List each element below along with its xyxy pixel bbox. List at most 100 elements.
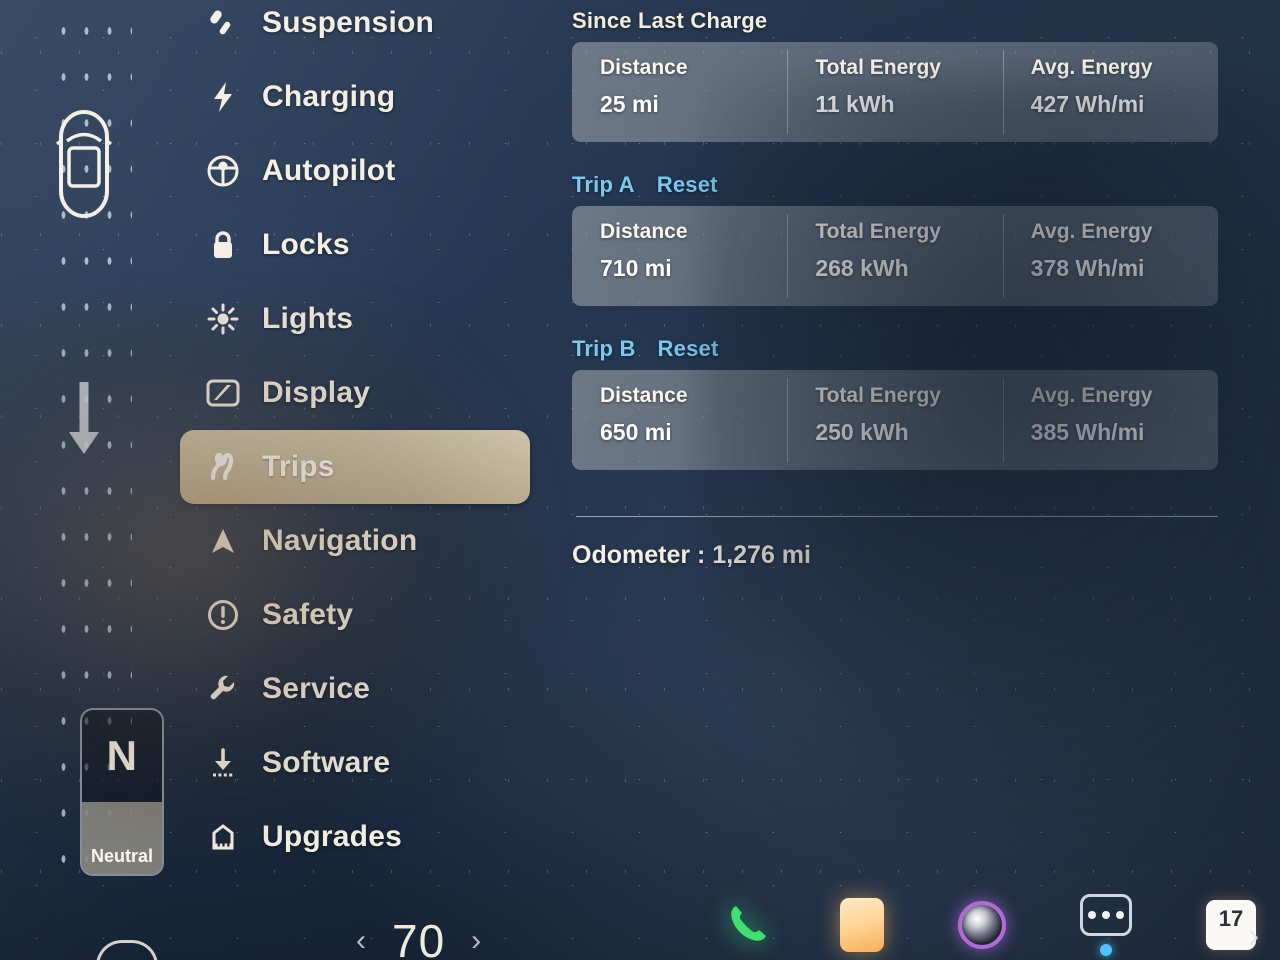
gear-label: Neutral: [82, 802, 162, 874]
stat-value: 268 kWh: [815, 255, 909, 281]
stat-avg-energy: Avg. Energy 378 Wh/mi: [1002, 206, 1218, 306]
lightning-bolt-icon: [202, 81, 244, 113]
stat-value: 250 kWh: [815, 419, 909, 445]
camera-lens-icon[interactable]: [958, 901, 1006, 949]
trip-section-since-last-charge: Since Last Charge Distance 25 mi Total E…: [572, 8, 1218, 142]
stat-label: Total Energy: [815, 220, 941, 243]
sidebar-item-safety[interactable]: Safety: [180, 578, 530, 652]
stat-card: Distance 25 mi Total Energy 11 kWh Avg. …: [572, 42, 1218, 142]
more-apps-box: [1080, 894, 1132, 936]
tesla-touchscreen: N Neutral Suspension Charging Autopilot …: [0, 0, 1280, 960]
sidebar-item-label: Suspension: [262, 6, 435, 39]
sidebar-item-label: Lights: [262, 302, 354, 335]
sidebar-item-lights[interactable]: Lights: [180, 282, 530, 356]
more-apps-icon[interactable]: [1080, 894, 1132, 956]
trips-panel: Since Last Charge Distance 25 mi Total E…: [572, 0, 1218, 570]
steering-wheel-icon: [202, 154, 244, 188]
temp-increase-button[interactable]: ›: [471, 924, 481, 958]
reset-button-trip-a[interactable]: Reset: [657, 172, 718, 197]
seat-heater-icon[interactable]: [96, 940, 158, 960]
sidebar-item-autopilot[interactable]: Autopilot: [180, 134, 530, 208]
stat-label: Total Energy: [815, 56, 941, 79]
trip-section-a: Trip A Reset Distance 710 mi Total Energy…: [572, 172, 1218, 306]
sun-brightness-icon: [202, 303, 244, 335]
suspension-icon: [202, 8, 244, 38]
content-divider: [576, 516, 1218, 517]
more-dot-3: [1116, 911, 1124, 919]
stat-total-energy: Total Energy 11 kWh: [787, 42, 1002, 142]
stat-total-energy: Total Energy 250 kWh: [787, 370, 1002, 470]
stat-value: 11 kWh: [815, 91, 895, 117]
display-screen-icon: [202, 379, 244, 407]
sidebar-item-label: Autopilot: [262, 154, 396, 187]
sidebar-item-charging[interactable]: Charging: [180, 60, 530, 134]
sidebar-item-software[interactable]: Software: [180, 726, 530, 800]
section-title: Trip B: [572, 336, 636, 361]
bottom-app-icons: 17: [726, 894, 1256, 956]
sidebar-item-display[interactable]: Display: [180, 356, 530, 430]
section-header-trip-b: Trip B Reset: [572, 336, 1218, 362]
section-header-trip-a: Trip A Reset: [572, 172, 1218, 198]
stat-avg-energy: Avg. Energy 385 Wh/mi: [1002, 370, 1218, 470]
stat-value: 25 mi: [600, 91, 659, 117]
sidebar-item-service[interactable]: Service: [180, 652, 530, 726]
stat-label: Total Energy: [815, 384, 941, 407]
sidebar-item-label: Locks: [262, 228, 350, 261]
stat-label: Avg. Energy: [1030, 56, 1153, 79]
reset-button-trip-b[interactable]: Reset: [658, 336, 719, 361]
bottom-bar-expand-chevron[interactable]: ›: [1248, 917, 1259, 956]
climate-temperature-control: ‹ 70 ›: [356, 914, 481, 960]
sidebar-item-label: Safety: [262, 598, 354, 631]
stat-distance: Distance 650 mi: [572, 370, 787, 470]
trip-section-b: Trip B Reset Distance 650 mi Total Energy…: [572, 336, 1218, 470]
temp-decrease-button[interactable]: ‹: [356, 924, 366, 958]
sidebar-item-label: Display: [262, 376, 371, 409]
phone-icon[interactable]: [726, 902, 766, 949]
stat-label: Avg. Energy: [1030, 384, 1153, 407]
wrench-icon: [202, 673, 244, 705]
lock-icon: [202, 229, 244, 261]
sidebar-item-navigation[interactable]: Navigation: [180, 504, 530, 578]
bottom-app-bar: ‹ 70 › 17 ›: [0, 888, 1280, 960]
gear-letter: N: [106, 732, 138, 779]
stat-label: Distance: [600, 384, 688, 407]
stat-label: Avg. Energy: [1030, 220, 1153, 243]
more-dot-1: [1088, 911, 1096, 919]
sidebar-item-label: Navigation: [262, 524, 418, 557]
app-tile-icon[interactable]: [840, 898, 884, 952]
stat-distance: Distance 710 mi: [572, 206, 787, 306]
stat-value: 710 mi: [600, 255, 672, 281]
sidebar-item-locks[interactable]: Locks: [180, 208, 530, 282]
odometer-readout: Odometer : 1,276 mi: [572, 541, 811, 569]
exclamation-circle-icon: [202, 599, 244, 631]
sidebar-item-trips[interactable]: Trips: [180, 430, 530, 504]
stat-value: 385 Wh/mi: [1030, 419, 1145, 445]
arrow-down-icon: [66, 380, 102, 463]
vehicle-visualization-rail: N Neutral: [34, 0, 164, 900]
stat-value: 650 mi: [600, 419, 672, 445]
stat-value: 427 Wh/mi: [1030, 91, 1145, 117]
shopping-bag-icon: [202, 822, 244, 852]
sidebar-item-label: Trips: [262, 450, 335, 483]
section-title: Since Last Charge: [572, 8, 768, 33]
stat-label: Distance: [600, 220, 688, 243]
stat-avg-energy: Avg. Energy 427 Wh/mi: [1002, 42, 1218, 142]
gear-indicator[interactable]: N Neutral: [80, 708, 164, 876]
sidebar-item-label: Service: [262, 672, 371, 705]
download-arrow-icon: [202, 747, 244, 779]
stat-card: Distance 710 mi Total Energy 268 kWh Avg…: [572, 206, 1218, 306]
sidebar-item-label: Upgrades: [262, 820, 402, 853]
sidebar-item-suspension[interactable]: Suspension: [180, 0, 530, 60]
stat-total-energy: Total Energy 268 kWh: [787, 206, 1002, 306]
settings-sidebar: Suspension Charging Autopilot Locks Ligh…: [180, 0, 530, 874]
bottom-left-controls: [96, 940, 158, 960]
section-title: Trip A: [572, 172, 635, 197]
temperature-value[interactable]: 70: [392, 914, 445, 960]
car-top-view-icon[interactable]: [54, 108, 114, 225]
stat-card: Distance 650 mi Total Energy 250 kWh Avg…: [572, 370, 1218, 470]
sidebar-item-upgrades[interactable]: Upgrades: [180, 800, 530, 874]
winding-road-icon: [202, 452, 244, 482]
sidebar-item-label: Software: [262, 746, 391, 779]
more-dot-2: [1102, 911, 1110, 919]
stat-distance: Distance 25 mi: [572, 42, 787, 142]
